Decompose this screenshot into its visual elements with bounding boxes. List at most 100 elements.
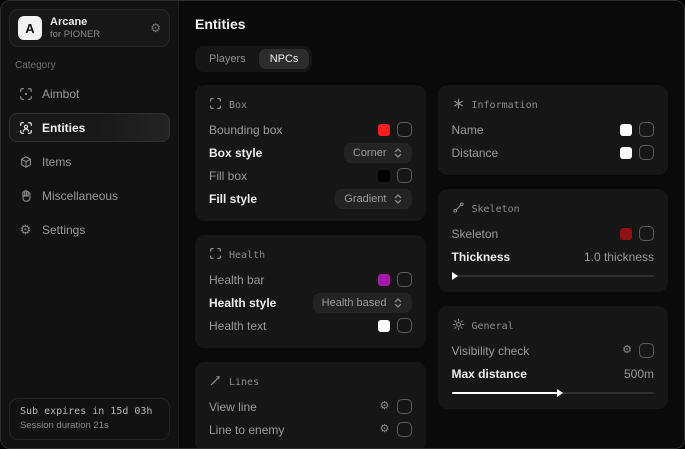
row-label: Name: [452, 123, 484, 137]
fill-box-color-swatch[interactable]: [378, 170, 390, 182]
thickness-value: 1.0 thickness: [584, 250, 654, 264]
diagonal-line-icon: [209, 374, 222, 390]
setting-row: Health style Health based: [209, 291, 412, 314]
subscription-info: Sub expires in 15d 03h Session duration …: [9, 398, 170, 440]
max-distance-slider[interactable]: [452, 388, 655, 398]
hand-icon: [18, 188, 33, 203]
setting-row: Skeleton: [452, 222, 655, 245]
setting-row: Health bar: [209, 268, 412, 291]
health-bar-checkbox[interactable]: [397, 272, 412, 287]
row-label: Bounding box: [209, 123, 282, 137]
setting-row: Fill style Gradient: [209, 187, 412, 210]
dropdown-value: Health based: [322, 297, 387, 309]
corners-icon: [209, 247, 222, 263]
card-title: Lines: [229, 377, 259, 388]
sidebar: A Arcane for PIONER ⚙ Category Aimbot: [1, 1, 179, 448]
sidebar-item-entities[interactable]: Entities: [9, 113, 170, 142]
row-label: View line: [209, 400, 257, 414]
gear-icon[interactable]: ⚙: [150, 22, 161, 34]
app-subtitle: for PIONER: [50, 29, 100, 40]
setting-row: Fill box: [209, 164, 412, 187]
gear-icon: ⚙: [18, 222, 33, 237]
skeleton-checkbox[interactable]: [639, 226, 654, 241]
visibility-check-checkbox[interactable]: [639, 343, 654, 358]
dropdown-value: Corner: [353, 147, 387, 159]
setting-row: Box style Corner: [209, 141, 412, 164]
sidebar-item-items[interactable]: Items: [9, 147, 170, 176]
box-card: Box Bounding box Box style Corner: [195, 85, 426, 221]
row-label: Health style: [209, 296, 276, 310]
distance-color-swatch[interactable]: [620, 147, 632, 159]
fill-box-checkbox[interactable]: [397, 168, 412, 183]
unfold-icon: [393, 148, 403, 158]
app-meta: Arcane for PIONER: [50, 16, 100, 40]
dropdown-value: Gradient: [344, 193, 386, 205]
line-to-enemy-checkbox[interactable]: [397, 422, 412, 437]
bone-icon: [452, 201, 465, 217]
setting-row: Bounding box: [209, 118, 412, 141]
setting-row: Line to enemy ⚙: [209, 418, 412, 441]
card-title: Box: [229, 100, 247, 111]
setting-row: Thickness 1.0 thickness: [452, 245, 655, 268]
row-label: Skeleton: [452, 227, 499, 241]
arcane-window: A Arcane for PIONER ⚙ Category Aimbot: [0, 0, 685, 449]
health-text-checkbox[interactable]: [397, 318, 412, 333]
row-label: Line to enemy: [209, 423, 284, 437]
thickness-slider[interactable]: [452, 271, 655, 281]
asterisk-icon: [452, 97, 465, 113]
row-label: Fill box: [209, 169, 247, 183]
skeleton-color-swatch[interactable]: [620, 228, 632, 240]
right-column: Information Name Distance: [438, 85, 669, 409]
distance-checkbox[interactable]: [639, 145, 654, 160]
category-label: Category: [15, 60, 164, 71]
name-color-swatch[interactable]: [620, 124, 632, 136]
setting-row: View line ⚙: [209, 395, 412, 418]
row-label: Thickness: [452, 250, 511, 264]
fill-style-dropdown[interactable]: Gradient: [335, 189, 411, 209]
app-header: A Arcane for PIONER ⚙: [9, 9, 170, 47]
tab-players[interactable]: Players: [198, 49, 257, 69]
sidebar-item-aimbot[interactable]: Aimbot: [9, 79, 170, 108]
tab-npcs[interactable]: NPCs: [259, 49, 310, 69]
cards-grid: Box Bounding box Box style Corner: [195, 85, 668, 448]
slider-thumb[interactable]: [452, 272, 458, 280]
box-style-dropdown[interactable]: Corner: [344, 143, 412, 163]
unfold-icon: [393, 194, 403, 204]
gear-icon[interactable]: ⚙: [622, 345, 632, 356]
setting-row: Distance: [452, 141, 655, 164]
setting-row: Max distance 500m: [452, 362, 655, 385]
app-logo: A: [18, 16, 42, 40]
gear-icon[interactable]: ⚙: [380, 424, 390, 435]
row-label: Distance: [452, 146, 499, 160]
health-bar-color-swatch[interactable]: [378, 274, 390, 286]
card-title: Skeleton: [472, 204, 520, 215]
package-box-icon: [18, 154, 33, 169]
setting-row: Visibility check ⚙: [452, 339, 655, 362]
sidebar-item-label: Miscellaneous: [42, 189, 118, 203]
sidebar-item-label: Settings: [42, 223, 85, 237]
name-checkbox[interactable]: [639, 122, 654, 137]
row-label: Health bar: [209, 273, 264, 287]
sidebar-item-label: Items: [42, 155, 71, 169]
slider-thumb[interactable]: [557, 389, 563, 397]
card-title: General: [472, 321, 514, 332]
health-style-dropdown[interactable]: Health based: [313, 293, 412, 313]
sidebar-item-label: Entities: [42, 121, 85, 135]
tab-group: Players NPCs: [195, 46, 312, 72]
app-name: Arcane: [50, 16, 100, 28]
skeleton-card: Skeleton Skeleton Thickness 1.0 thicknes…: [438, 189, 669, 292]
information-card: Information Name Distance: [438, 85, 669, 175]
health-text-color-swatch[interactable]: [378, 320, 390, 332]
view-line-checkbox[interactable]: [397, 399, 412, 414]
bounding-box-color-swatch[interactable]: [378, 124, 390, 136]
row-label: Max distance: [452, 367, 527, 381]
entities-scan-icon: [18, 120, 33, 135]
health-card: Health Health bar Health style Health ba…: [195, 235, 426, 348]
bounding-box-checkbox[interactable]: [397, 122, 412, 137]
sidebar-item-miscellaneous[interactable]: Miscellaneous: [9, 181, 170, 210]
setting-row: Name: [452, 118, 655, 141]
sidebar-item-settings[interactable]: ⚙ Settings: [9, 215, 170, 244]
row-label: Health text: [209, 319, 266, 333]
sub-expiry-text: Sub expires in 15d 03h: [20, 406, 159, 417]
gear-icon[interactable]: ⚙: [380, 401, 390, 412]
